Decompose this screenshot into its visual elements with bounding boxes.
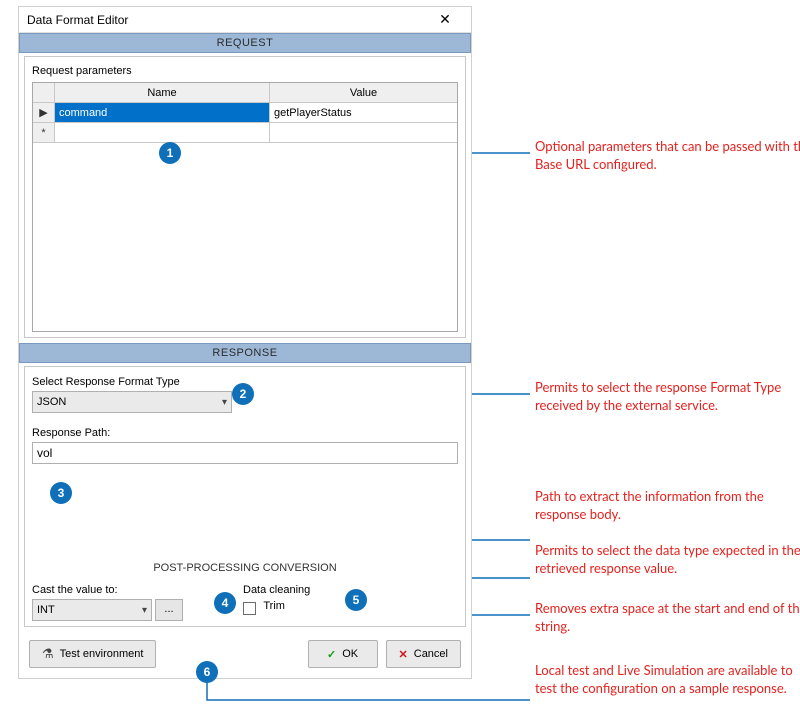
chevron-down-icon: ▾ (142, 605, 147, 616)
response-pane: Select Response Format Type JSON ▾ Respo… (24, 366, 466, 627)
request-pane: Request parameters Name Value ▶ command … (24, 56, 466, 338)
data-format-editor-dialog: Data Format Editor ✕ REQUEST Request par… (18, 6, 472, 679)
callout-badge-2: 2 (232, 383, 254, 405)
grid-header-row: Name Value (33, 83, 457, 103)
request-section-header: REQUEST (19, 33, 471, 53)
response-section-header: RESPONSE (19, 343, 471, 363)
callout-text-1: Optional parameters that can be passed w… (535, 138, 800, 173)
cast-options-button[interactable]: ... (155, 599, 183, 621)
check-icon: ✓ (327, 648, 336, 661)
callout-text-4: Permits to select the data type expected… (535, 542, 800, 577)
response-path-input[interactable] (32, 442, 458, 464)
cell-name[interactable] (55, 123, 270, 143)
test-button-label: Test environment (60, 648, 144, 660)
callout-text-5: Removes extra space at the start and end… (535, 600, 800, 635)
cell-name[interactable]: command (55, 103, 270, 123)
cast-label: Cast the value to: (32, 584, 183, 596)
cast-type-select[interactable]: INT ▾ (32, 599, 152, 621)
post-processing-header: POST-PROCESSING CONVERSION (32, 562, 458, 574)
data-cleaning-label: Data cleaning (243, 584, 310, 596)
request-parameters-grid[interactable]: Name Value ▶ command getPlayerStatus * (32, 82, 458, 332)
chevron-down-icon: ▾ (222, 397, 227, 408)
format-type-value: JSON (37, 396, 66, 408)
ok-button-label: OK (342, 648, 358, 660)
callout-text-6: Local test and Live Simulation are avail… (535, 662, 800, 697)
dialog-title: Data Format Editor (27, 13, 427, 27)
close-icon[interactable]: ✕ (427, 11, 463, 28)
cast-type-value: INT (37, 604, 55, 616)
trim-label: Trim (263, 600, 285, 612)
table-row[interactable]: ▶ command getPlayerStatus (33, 103, 457, 123)
cell-value[interactable]: getPlayerStatus (270, 103, 457, 123)
callout-text-3: Path to extract the information from the… (535, 488, 800, 523)
callout-text-2: Permits to select the response Format Ty… (535, 379, 800, 414)
callout-badge-4: 4 (214, 592, 236, 614)
callout-badge-5: 5 (345, 589, 367, 611)
trim-checkbox[interactable] (243, 602, 256, 615)
column-header-name[interactable]: Name (55, 83, 270, 103)
titlebar: Data Format Editor ✕ (19, 7, 471, 33)
callout-badge-3: 3 (50, 482, 72, 504)
cancel-button-label: Cancel (414, 648, 448, 660)
column-header-value[interactable]: Value (270, 83, 457, 103)
callout-badge-1: 1 (159, 142, 181, 164)
cancel-button[interactable]: ✕ Cancel (386, 640, 461, 668)
x-icon: ✕ (399, 648, 408, 661)
test-environment-button[interactable]: ⚗ Test environment (29, 640, 156, 668)
flask-icon: ⚗ (42, 646, 54, 662)
cell-value[interactable] (270, 123, 457, 143)
format-type-select[interactable]: JSON ▾ (32, 391, 232, 413)
request-subtitle: Request parameters (32, 62, 458, 82)
row-indicator: ▶ (33, 103, 55, 123)
callout-badge-6: 6 (196, 661, 218, 683)
ok-button[interactable]: ✓ OK (308, 640, 378, 668)
dialog-button-row: ⚗ Test environment ✓ OK ✕ Cancel (19, 632, 471, 678)
response-path-label: Response Path: (32, 427, 458, 439)
table-row[interactable]: * (33, 123, 457, 143)
row-indicator: * (33, 123, 55, 143)
